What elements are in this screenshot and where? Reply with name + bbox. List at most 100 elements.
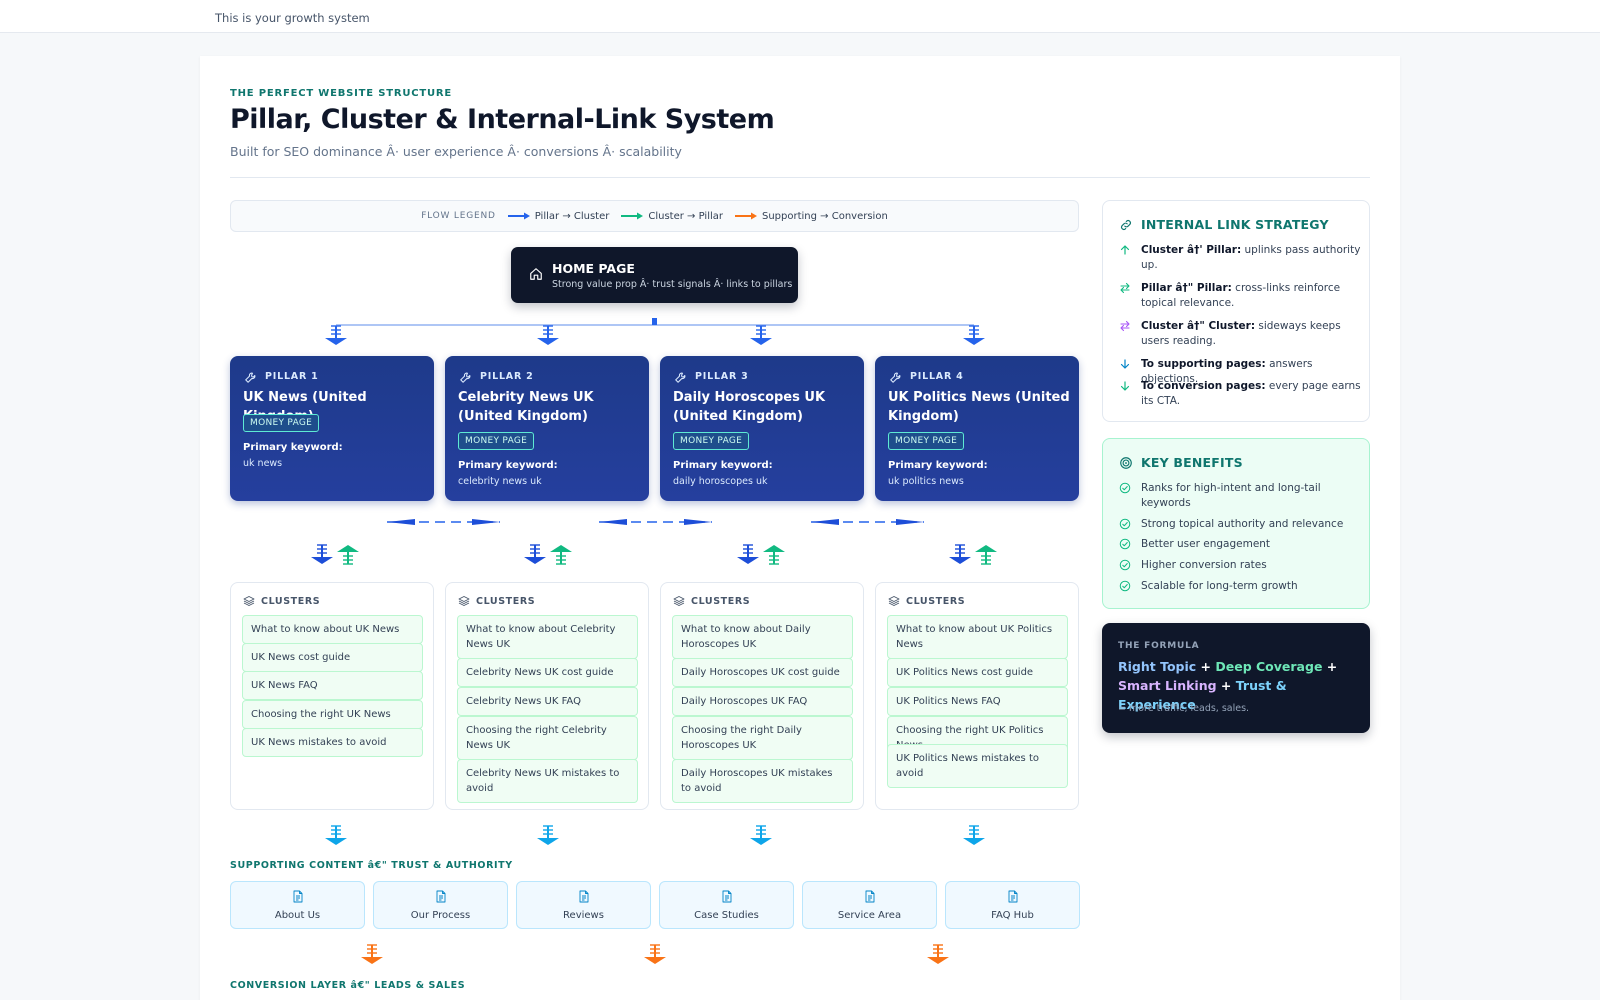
swap-icon: [1120, 282, 1130, 294]
page-subtitle: Built for SEO dominance Â· user experien…: [230, 144, 682, 159]
internal-link-strategy-panel: INTERNAL LINK STRATEGY Cluster â†' Pilla…: [1102, 200, 1370, 422]
cluster-item[interactable]: Celebrity News UK cost guide: [457, 658, 638, 687]
support-card-service-area[interactable]: Service Area: [802, 881, 937, 929]
pillar-number: PILLAR 2: [480, 371, 534, 382]
wrench-icon: [890, 372, 901, 383]
home-page-title: HOME PAGE: [552, 261, 635, 276]
cluster-title: CLUSTERS: [906, 595, 966, 607]
formula-part: Deep Coverage: [1215, 659, 1323, 674]
arrow-up-icon: [1120, 245, 1130, 255]
link-icon: [1121, 219, 1131, 230]
strategy-row-title: Cluster â†' Pillar:: [1141, 244, 1242, 256]
strategy-title: INTERNAL LINK STRATEGY: [1141, 217, 1329, 232]
formula-panel: THE FORMULA Right Topic + Deep Coverage …: [1102, 623, 1370, 733]
layers-icon: [888, 596, 900, 606]
sideways-icon: [1120, 320, 1130, 332]
check-circle-icon: [1119, 482, 1131, 494]
arrow-down-icon: [1120, 359, 1130, 369]
document-icon: [293, 890, 303, 903]
money-page-badge: MONEY PAGE: [888, 432, 965, 450]
cluster-box-1: CLUSTERS What to know about UK News UK N…: [230, 582, 434, 810]
cluster-item[interactable]: UK News FAQ: [242, 671, 423, 700]
formula-plus: +: [1216, 678, 1236, 693]
benefit-text: Higher conversion rates: [1141, 559, 1267, 571]
cluster-item[interactable]: UK Politics News mistakes to avoid: [887, 744, 1068, 788]
arrow-down-icon: [1120, 381, 1130, 391]
flow-legend: FLOW LEGEND Pillar → Cluster Cluster → P…: [230, 200, 1079, 232]
cluster-heading: CLUSTERS: [243, 595, 320, 607]
cluster-title: CLUSTERS: [476, 595, 536, 607]
legend-item-cluster-to-pillar: Cluster → Pillar: [621, 211, 723, 222]
cluster-box-3: CLUSTERS What to know about Daily Horosc…: [660, 582, 864, 810]
cluster-item[interactable]: Daily Horoscopes UK mistakes to avoid: [672, 759, 853, 803]
home-page-subtitle: Strong value prop Â· trust signals Â· li…: [552, 279, 793, 290]
cluster-item[interactable]: UK News cost guide: [242, 643, 423, 672]
pillar-number: PILLAR 3: [695, 371, 749, 382]
support-card-label: About Us: [274, 910, 321, 921]
document-icon: [865, 890, 875, 903]
primary-keyword-label: Primary keyword:: [673, 460, 773, 471]
money-page-badge: MONEY PAGE: [243, 414, 320, 432]
cluster-item[interactable]: Choosing the right UK News: [242, 700, 423, 729]
cluster-item[interactable]: What to know about UK News: [242, 615, 423, 644]
pillar-name: Celebrity News UK (United Kingdom): [458, 390, 594, 424]
layers-icon: [673, 596, 685, 606]
support-card-faq-hub[interactable]: FAQ Hub: [945, 881, 1080, 929]
primary-keyword-value: uk politics news: [888, 476, 964, 487]
support-card-case-studies[interactable]: Case Studies: [659, 881, 794, 929]
benefit-text: Scalable for long-term growth: [1141, 580, 1298, 592]
formula-tag: THE FORMULA: [1118, 641, 1200, 651]
formula-part: Right Topic: [1118, 659, 1197, 674]
cluster-item[interactable]: Celebrity News UK FAQ: [457, 687, 638, 716]
pillar-card-2[interactable]: PILLAR 2 Celebrity News UK (United Kingd…: [445, 356, 649, 501]
support-card-our-process[interactable]: Our Process: [373, 881, 508, 929]
primary-keyword-label: Primary keyword:: [243, 442, 343, 453]
legend-arrow-green-icon: [621, 212, 644, 220]
wrench-icon: [675, 372, 686, 383]
check-circle-icon: [1119, 518, 1131, 530]
support-card-label: Case Studies: [694, 910, 759, 921]
primary-keyword-label: Primary keyword:: [888, 460, 988, 471]
top-bar-text: This is your growth system: [215, 11, 370, 25]
cluster-item[interactable]: What to know about UK Politics News: [887, 615, 1068, 659]
home-page-node[interactable]: HOME PAGE Strong value prop Â· trust sig…: [511, 247, 798, 303]
support-card-label: Service Area: [837, 910, 902, 921]
legend-label: Cluster → Pillar: [648, 210, 723, 222]
cluster-item[interactable]: Choosing the right Celebrity News UK: [457, 716, 638, 760]
pillar-card-3[interactable]: PILLAR 3 Daily Horoscopes UK (United Kin…: [660, 356, 864, 501]
pillar-number: PILLAR 4: [910, 371, 964, 382]
pillar-card-4[interactable]: PILLAR 4 UK Politics News (United Kingdo…: [875, 356, 1079, 501]
cluster-box-4: CLUSTERS What to know about UK Politics …: [875, 582, 1079, 810]
support-card-label: Reviews: [563, 910, 604, 921]
target-icon: [1120, 456, 1132, 469]
strategy-heading: INTERNAL LINK STRATEGY: [1119, 217, 1329, 232]
cluster-item[interactable]: Celebrity News UK mistakes to avoid: [457, 759, 638, 803]
cluster-title: CLUSTERS: [261, 595, 321, 607]
header-divider: [230, 177, 1370, 178]
supporting-content-label: SUPPORTING CONTENT â€" TRUST & AUTHORITY: [230, 860, 513, 871]
wrench-icon: [460, 372, 471, 383]
support-card-label: FAQ Hub: [991, 910, 1034, 921]
cluster-item[interactable]: Choosing the right Daily Horoscopes UK: [672, 716, 853, 760]
cluster-item[interactable]: Daily Horoscopes UK FAQ: [672, 687, 853, 716]
page-eyebrow: THE PERFECT WEBSITE STRUCTURE: [230, 88, 453, 99]
legend-arrow-orange-icon: [735, 212, 757, 220]
pillar-card-1[interactable]: PILLAR 1 UK News (United Kingdom) MONEY …: [230, 356, 434, 501]
benefit-text: Better user engagement: [1141, 538, 1271, 550]
money-page-badge: MONEY PAGE: [458, 432, 535, 450]
formula-plus: +: [1322, 659, 1338, 674]
legend-label: Pillar → Cluster: [534, 210, 610, 222]
support-card-reviews[interactable]: Reviews: [516, 881, 651, 929]
primary-keyword-value: uk news: [243, 458, 283, 469]
strategy-row-title: To supporting pages:: [1141, 358, 1266, 370]
support-card-about-us[interactable]: About Us: [230, 881, 365, 929]
support-card-label: Our Process: [410, 910, 471, 921]
cluster-item[interactable]: UK News mistakes to avoid: [242, 728, 423, 757]
layers-icon: [243, 596, 255, 606]
cluster-item[interactable]: UK Politics News FAQ: [887, 687, 1068, 716]
cluster-item[interactable]: What to know about Daily Horoscopes UK: [672, 615, 853, 659]
cluster-item[interactable]: UK Politics News cost guide: [887, 658, 1068, 687]
check-circle-icon: [1119, 580, 1131, 592]
cluster-item[interactable]: What to know about Celebrity News UK: [457, 615, 638, 659]
cluster-item[interactable]: Daily Horoscopes UK cost guide: [672, 658, 853, 687]
